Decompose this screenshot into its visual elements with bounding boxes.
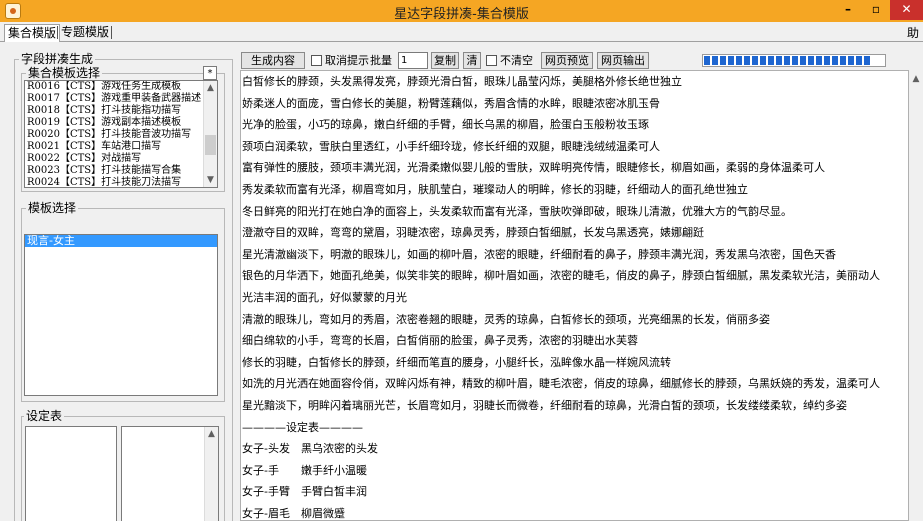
field-generate-group-title: 字段拼凑生成 (19, 52, 96, 66)
template-item-selected[interactable]: 现言-女主 (25, 235, 217, 247)
tab-collection-template[interactable]: 集合模版 (4, 24, 61, 42)
no-clear-checkbox[interactable] (486, 55, 497, 66)
content-line: 女子-手 嫩手纤小温暖 (242, 463, 367, 477)
content-line: 富有弹性的腰肢，颈项丰满光润，光滑柔嫩似婴儿般的雪肤，双眸明亮传情，眼睫修长，柳… (242, 161, 825, 175)
collection-list-item[interactable]: R0022【CTS】对战描写 (25, 153, 217, 165)
content-line: 女子-眉毛 柳眉微蹙 (242, 506, 345, 520)
collection-list-item[interactable]: R0018【CTS】打斗技能指功描写 (25, 105, 217, 117)
title-bar: 星达字段拼凑-集合模版 – ▫ ✕ (0, 0, 923, 22)
collection-list-item[interactable]: R0023【CTS】打斗技能描写合集 (25, 165, 217, 177)
help-button[interactable]: 助 (907, 24, 919, 41)
collection-list-item[interactable]: R0020【CTS】打斗技能音波功描写 (25, 129, 217, 141)
batch-count-input[interactable]: 1 (398, 52, 428, 69)
content-line: 星光黯淡下，明眸闪着璃丽光芒，长眉弯如月，羽睫长而微卷，纤细耐看的琼鼻，光滑白皙… (242, 398, 847, 412)
collection-list-item[interactable]: R0024【CTS】打斗技能刀法描写 (25, 177, 217, 187)
tab-separator (111, 26, 112, 39)
scroll-up-icon[interactable]: ▲ (204, 81, 217, 95)
scroll-up-icon[interactable]: ▲ (909, 72, 923, 86)
settings-table-label: 设定表 (24, 409, 65, 423)
tab-topic-template[interactable]: 专题模版 (58, 24, 112, 42)
content-scrollbar[interactable]: ▲ (909, 70, 923, 521)
clear-button[interactable]: 清 (463, 52, 481, 69)
web-preview-button[interactable]: 网页预览 (541, 52, 593, 69)
content-line: 秀发柔软而富有光泽，柳眉弯如月，肤肌莹白，璀璨动人的明眸，修长的羽睫，纤细动人的… (242, 182, 748, 196)
batch-label: 批量 (370, 54, 392, 67)
scroll-thumb[interactable] (205, 135, 216, 155)
collection-list-item[interactable]: R0019【CTS】游戏副本描述模板 (25, 117, 217, 129)
progress-fill (704, 56, 872, 65)
content-line: 细白绵软的小手，弯弯的长眉，白皙俏丽的脸蛋，鼻子灵秀，浓密的羽睫出水芙蓉 (242, 334, 638, 348)
content-line: 白皙修长的脖颈，头发黑得发亮，脖颈光滑白皙，眼珠儿晶莹闪烁，美腿格外修长绝世独立 (242, 75, 682, 88)
content-line: 颈项白润柔软，雪肤白里透红，小手纤细玲珑，修长纤细的双腿，眼睫浅绒绒温柔可人 (242, 139, 660, 153)
scroll-down-icon[interactable]: ▼ (204, 173, 217, 187)
content-line: 如洗的月光洒在她面容伶俏，双眸闪烁有神，精致的柳叶眉，睫毛浓密，俏皮的琼鼻，细腻… (242, 377, 880, 391)
web-export-button[interactable]: 网页输出 (597, 52, 649, 69)
close-button[interactable]: ✕ (890, 0, 923, 20)
generate-content-button[interactable]: 生成内容 (241, 52, 305, 69)
content-line: 女子-头发 黑乌浓密的头发 (242, 442, 378, 456)
collection-list-item[interactable]: R0016【CTS】游戏任务生成模板 (25, 81, 217, 93)
content-line: 光净的脸蛋，小巧的琼鼻，嫩白纤细的手臂，细长乌黑的柳眉，脸蛋白玉般粉妆玉琢 (242, 118, 649, 132)
collection-listbox[interactable]: R0016【CTS】游戏任务生成模板 R0017【CTS】游戏重甲装备武器描述 R0… (24, 80, 218, 188)
content-line: 澄澈夺目的双眸，弯弯的黛眉，羽睫浓密，琼鼻灵秀，脖颈白皙细腻，长发乌黑透亮，婊娜… (242, 226, 704, 240)
template-select-title: 模板选择 (26, 201, 79, 215)
content-line: 清澈的眼珠儿，弯如月的秀眉，浓密卷翘的眼睫，灵秀的琼鼻，白皙修长的颈项，光亮细黑… (242, 312, 770, 326)
collection-list-item[interactable]: R0021【CTS】车站港口描写 (25, 141, 217, 153)
collection-select-title: 集合模板选择 (26, 66, 103, 80)
collection-scrollbar[interactable]: ▲ ▼ (203, 81, 217, 187)
content-line: 冬日鲜亮的阳光打在她白净的面容上，头发柔软而富有光泽，雪肤吹弹即破，眼珠儿清澈，… (242, 204, 792, 218)
content-editor[interactable]: 白皙修长的脖颈，头发黑得发亮，脖颈光滑白皙，眼珠儿晶莹闪烁，美腿格外修长绝世独立… (240, 70, 909, 521)
template-listbox[interactable]: 现言-女主 (24, 234, 218, 396)
content-line: 星光清澈幽淡下，明澈的眼珠儿，如画的柳叶眉，浓密的眼睫，纤细耐看的鼻子，脖颈丰满… (242, 247, 836, 261)
content-line: 娇柔迷人的面庞，雪白修长的美腿，粉臂莲藕似，秀眉含情的水眸，眼睫浓密冰肌玉骨 (242, 96, 660, 110)
minimize-button[interactable]: – (834, 0, 862, 20)
settings-box-left[interactable] (25, 426, 117, 521)
settings-box-right[interactable]: ▲ (121, 426, 219, 521)
window-title: 星达字段拼凑-集合模版 (394, 7, 529, 22)
content-line: 修长的羽睫，白皙修长的脖颈，纤细而笔直的腰身，小腿纤长，泓眸像水晶一样婉风流转 (242, 355, 671, 369)
settings-scrollbar[interactable]: ▲ (204, 427, 218, 521)
star-button[interactable]: * (203, 66, 217, 80)
scroll-up-icon[interactable]: ▲ (205, 427, 218, 441)
content-line: 光洁丰润的面孔，好似蒙蒙的月光 (242, 290, 407, 304)
collection-list-item[interactable]: R0017【CTS】游戏重甲装备武器描述 (25, 93, 217, 105)
cancel-hint-label[interactable]: 取消提示 (325, 54, 369, 67)
content-line: ————设定表———— (242, 420, 363, 434)
no-clear-label[interactable]: 不清空 (500, 54, 533, 67)
content-line: 银色的月华洒下，她面孔绝美，似笑非笑的眼眸，柳叶眉如画，浓密的睫毛，俏皮的鼻子，… (242, 269, 880, 283)
progress-bar (702, 54, 886, 67)
maximize-button[interactable]: ▫ (862, 0, 890, 20)
content-line: 女子-手臂 手臂白皙丰润 (242, 485, 367, 499)
tab-bar: 集合模版 专题模版 助 (0, 22, 923, 42)
cancel-hint-checkbox[interactable] (311, 55, 322, 66)
copy-button[interactable]: 复制 (431, 52, 459, 69)
